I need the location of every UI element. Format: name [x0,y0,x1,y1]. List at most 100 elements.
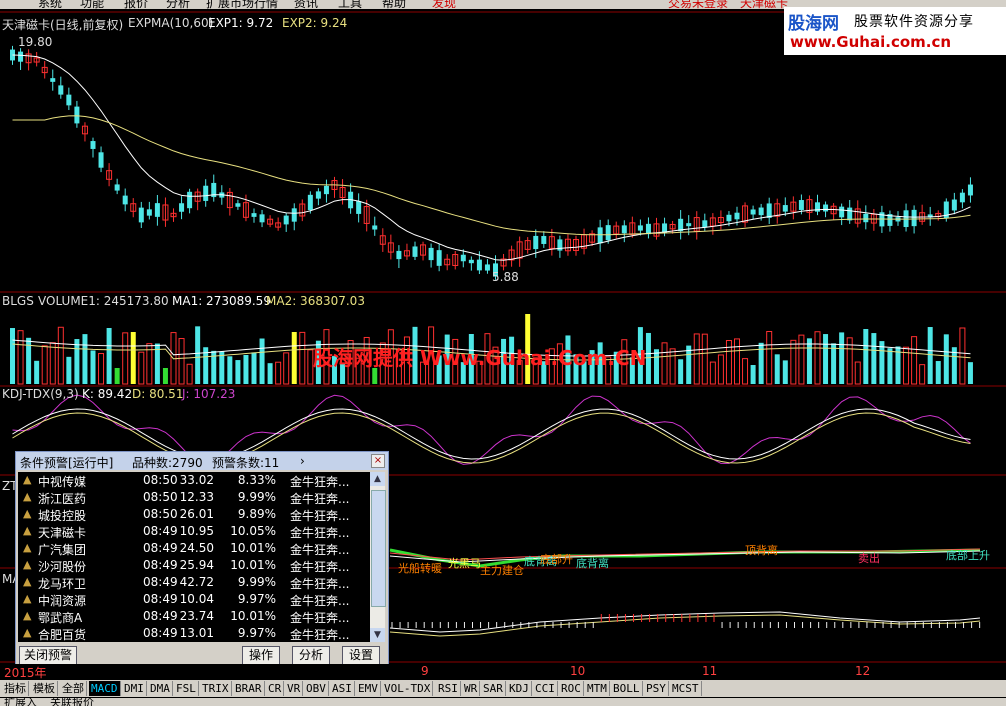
alert-time: 08:49 [143,575,178,589]
tab-fsl[interactable]: FSL [174,681,199,696]
logo-slogan: 股票软件资源分享 [854,14,974,30]
operate-button[interactable]: 操作 [242,646,280,665]
volume-bar [823,334,829,384]
date-year-label: 2015年 [4,666,47,680]
scroll-up-icon[interactable]: ▲ [370,472,385,486]
tab-dmi[interactable]: DMI [122,681,147,696]
volume-bar [283,352,290,385]
tab--[interactable]: 模板 [31,681,58,696]
tab--[interactable]: 全部 [60,681,87,696]
alert-row[interactable]: ▲ 龙马环卫 08:49 42.72 9.99% 金牛狂奔... [18,574,370,591]
alert-row[interactable]: ▲ 天津磁卡 08:49 10.95 10.05% 金牛狂奔... [18,523,370,540]
volume-bar [41,345,48,385]
alert-row[interactable]: ▲ 鄂武商A 08:49 23.74 10.01% 金牛狂奔... [18,608,370,625]
alert-signal: 金牛狂奔... [290,492,350,506]
volume-bar [66,356,72,384]
alert-row[interactable]: ▲ 浙江医药 08:50 12.33 9.99% 金牛狂奔... [18,489,370,506]
alert-stock-count: 品种数:2790 [132,456,203,470]
tab-cci[interactable]: CCI [533,681,558,696]
candle-body [847,207,853,221]
candle-body [187,191,193,209]
tab--[interactable]: 指标 [2,681,29,696]
alert-row[interactable]: ▲ 沙河股份 08:49 25.94 10.01% 金牛狂奔... [18,557,370,574]
volume-bar [717,354,724,385]
tab-rsi[interactable]: RSI [436,681,461,696]
alert-list[interactable]: ▲ 中视传媒 08:50 33.02 8.33% 金牛狂奔... ▲ 浙江医药 08:50 12.… [18,472,370,642]
tab-roc[interactable]: ROC [559,681,584,696]
volume-bar [927,327,933,384]
tab-vr[interactable]: VR [285,681,304,696]
signal-label: 光黑马 [448,557,481,570]
tab-boll[interactable]: BOLL [611,681,643,696]
alert-title-bar[interactable]: 条件预警[运行中] 品种数:2790 预警条数:11 › × [16,452,388,470]
tab-emv[interactable]: EMV [356,681,381,696]
candle-body [734,212,740,220]
close-icon[interactable]: × [371,454,385,468]
tab-wr[interactable]: WR [462,681,481,696]
alert-row[interactable]: ▲ 合肥百货 08:49 13.01 9.97% 金牛狂奔... [18,625,370,642]
signal-label: 光船转暖 [398,562,442,575]
exp1-line [12,54,971,261]
analyze-button[interactable]: 分析 [292,646,330,665]
scroll-down-icon[interactable]: ▼ [370,628,385,642]
alert-time: 08:49 [143,558,178,572]
alert-stock-name: 鄂武商A [38,611,83,625]
volume-bar [122,332,129,385]
alert-price: 23.74 [179,609,214,623]
volume-bar [766,331,773,385]
tab-cr[interactable]: CR [266,681,285,696]
tab-mcst[interactable]: MCST [670,681,702,696]
volume-bar [654,349,659,384]
alert-signal: 金牛狂奔... [290,475,350,489]
alert-time: 08:49 [143,609,178,623]
condition-alert-window[interactable]: 条件预警[运行中] 品种数:2790 预警条数:11 › × ▲ 中视传媒 08:5… [15,451,389,669]
alert-nav-icon[interactable]: › [300,454,305,468]
candle-body [74,106,80,124]
alert-signal: 金牛狂奔... [290,526,350,540]
volume-bar [162,368,168,384]
tab-mtm[interactable]: MTM [585,681,610,696]
signal-label: 底部升 [540,553,573,566]
tab-macd[interactable]: MACD [89,681,121,696]
candle-body [138,207,144,223]
candle-body [726,214,732,222]
settings-button[interactable]: 设置 [342,646,380,665]
candle-body [323,185,329,195]
tab-trix[interactable]: TRIX [200,681,232,696]
tab-dma[interactable]: DMA [148,681,173,696]
logo-url: www.Guhai.com.cn [790,33,952,51]
kdj-k-value: K: 89.42 [82,387,133,401]
candle-body [18,51,24,62]
tab-brar[interactable]: BRAR [233,681,265,696]
close-alert-button[interactable]: 关闭预警 [19,646,77,665]
alert-price: 13.01 [179,626,214,640]
tab-vol-tdx[interactable]: VOL-TDX [382,681,434,696]
tab-asi[interactable]: ASI [330,681,355,696]
alert-row[interactable]: ▲ 中润资源 08:49 10.04 9.97% 金牛狂奔... [18,591,370,608]
alert-row[interactable]: ▲ 广汽集团 08:49 24.50 10.01% 金牛狂奔... [18,540,370,557]
volume-bar [678,359,684,384]
volume-bar [774,354,780,384]
candle-body [766,203,772,218]
candle-body [637,225,643,231]
candle-body [66,94,72,106]
tab-psy[interactable]: PSY [644,681,669,696]
alert-price: 12.33 [179,490,214,504]
alert-row[interactable]: ▲ 城投控股 08:50 26.01 9.89% 金牛狂奔... [18,506,370,523]
alert-change-pct: 9.99% [237,490,276,504]
alert-time: 08:49 [143,592,178,606]
candle-body [122,195,128,205]
volume-bar [10,328,15,384]
tab-obv[interactable]: OBV [304,681,329,696]
alert-change-pct: 10.01% [230,558,276,572]
alert-stock-name: 中视传媒 [38,475,87,489]
alert-time: 08:50 [143,507,178,521]
candle-body [468,259,474,264]
alert-scrollbar[interactable]: ▲ ▼ [370,472,386,642]
candle-body [823,204,829,212]
tab-sar[interactable]: SAR [481,681,506,696]
alert-row[interactable]: ▲ 中视传媒 08:50 33.02 8.33% 金牛狂奔... [18,472,370,489]
scroll-thumb[interactable] [371,490,386,607]
volume-bar [82,334,88,384]
tab-kdj[interactable]: KDJ [507,681,532,696]
